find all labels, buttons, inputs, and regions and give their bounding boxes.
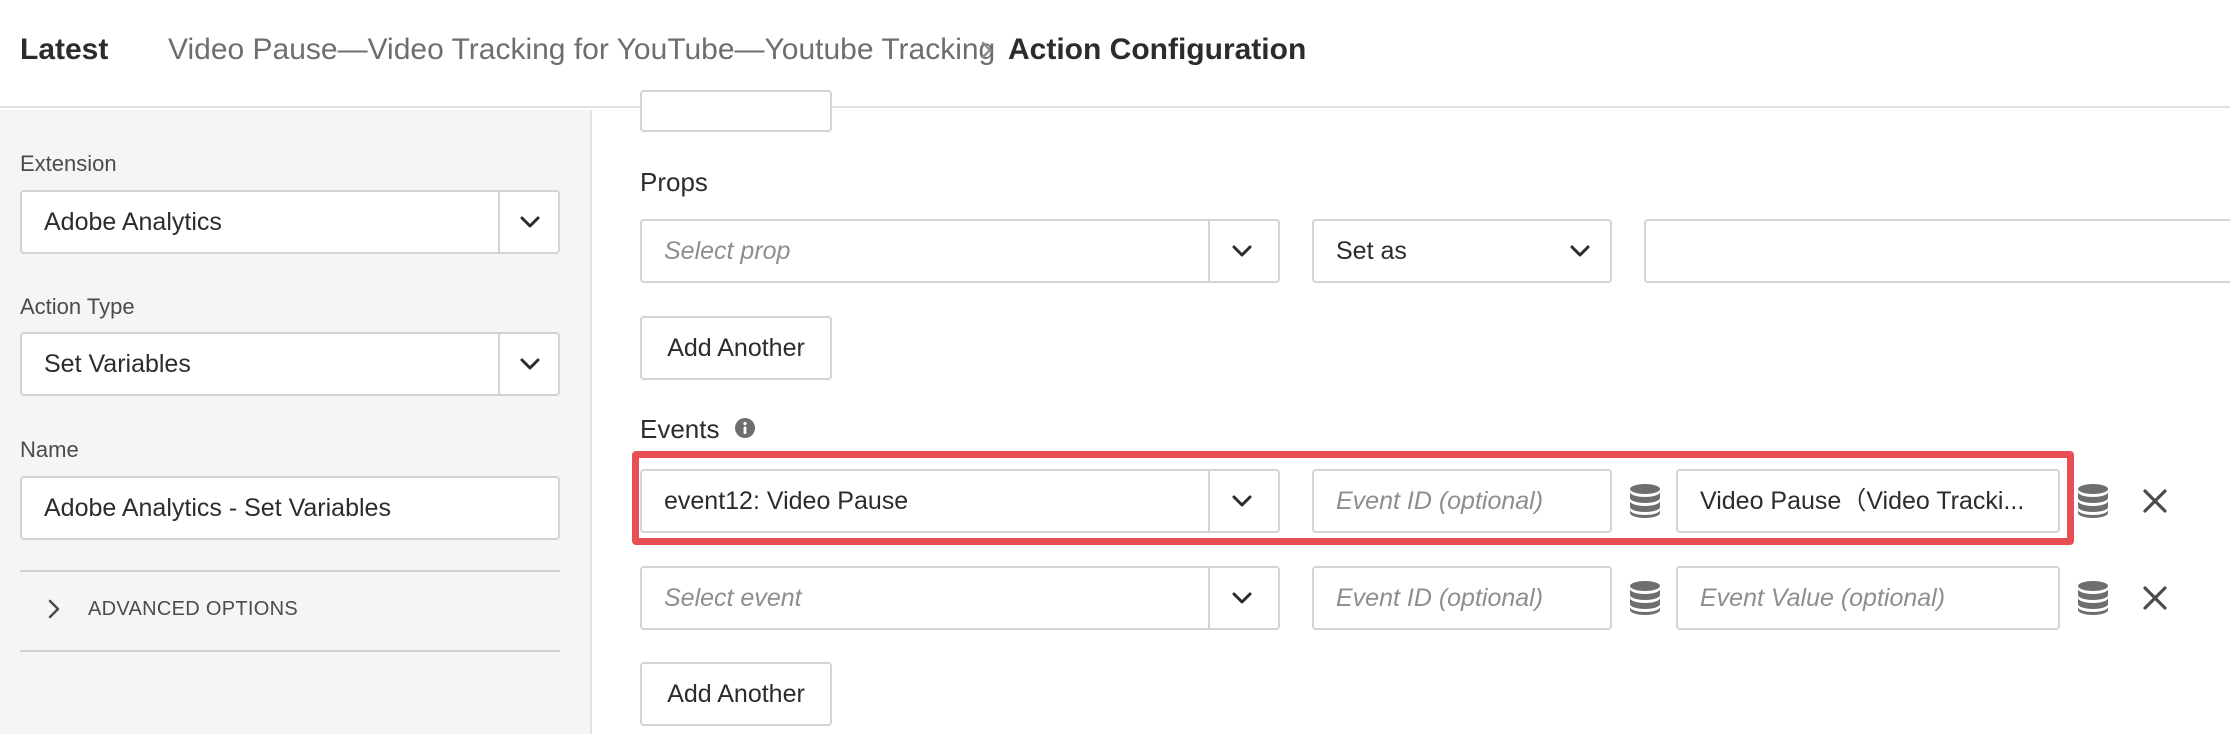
extension-label: Extension [20, 151, 117, 176]
close-icon[interactable] [2142, 488, 2168, 514]
chevron-down-icon[interactable] [1568, 244, 1592, 258]
divider [20, 570, 560, 572]
chevron-down-icon[interactable] [518, 357, 542, 371]
info-icon[interactable] [734, 417, 756, 439]
name-label: Name [20, 437, 79, 462]
breadcrumb-chevron-icon [981, 41, 992, 59]
data-element-icon[interactable] [2076, 483, 2110, 519]
select-divider [1208, 221, 1210, 281]
extension-value: Adobe Analytics [44, 208, 222, 236]
divider [20, 650, 560, 652]
data-element-icon[interactable] [2076, 580, 2110, 616]
highlight-box [632, 451, 2074, 545]
set-as-value: Set as [1336, 237, 1407, 265]
data-element-icon[interactable] [1628, 580, 1662, 616]
chevron-down-icon[interactable] [1230, 244, 1254, 258]
event-value-input[interactable]: Event Value (optional) [1676, 566, 2060, 630]
action-type-label: Action Type [20, 294, 135, 319]
extension-select[interactable]: Adobe Analytics [20, 190, 560, 254]
prop-select-placeholder: Select prop [664, 237, 791, 265]
event-value-placeholder: Event Value (optional) [1700, 584, 1946, 612]
event-select-placeholder: Select event [664, 584, 802, 612]
name-value: Adobe Analytics - Set Variables [44, 494, 391, 522]
version-label[interactable]: Latest [20, 30, 108, 70]
prop-select[interactable]: Select prop [640, 219, 1280, 283]
close-icon[interactable] [2142, 585, 2168, 611]
action-type-select[interactable]: Set Variables [20, 332, 560, 396]
page-title: Action Configuration [1008, 33, 1307, 66]
event-select[interactable]: Select event [640, 566, 1280, 630]
prop-value-input[interactable] [1644, 219, 2230, 283]
events-label: Events [640, 414, 720, 444]
breadcrumb-parent[interactable]: Video Pause—Video Tracking for YouTube—Y… [168, 30, 995, 70]
add-another-button-partial[interactable] [640, 90, 832, 132]
action-type-value: Set Variables [44, 350, 191, 378]
chevron-down-icon[interactable] [518, 215, 542, 229]
add-another-events-button[interactable]: Add Another [640, 662, 832, 726]
select-divider [498, 192, 500, 252]
add-another-props-button[interactable]: Add Another [640, 316, 832, 380]
main-content: Props Select prop Set as Add Another Eve… [594, 90, 2230, 734]
event-id-input[interactable]: Event ID (optional) [1312, 566, 1612, 630]
chevron-down-icon[interactable] [1230, 591, 1254, 605]
sidebar: Extension Adobe Analytics Action Type Se… [0, 110, 592, 734]
select-divider [1208, 568, 1210, 628]
name-input[interactable]: Adobe Analytics - Set Variables [20, 476, 560, 540]
chevron-right-icon [48, 599, 60, 619]
select-divider [498, 334, 500, 394]
props-label: Props [640, 167, 708, 197]
set-as-select[interactable]: Set as [1312, 219, 1612, 283]
advanced-options-label: ADVANCED OPTIONS [88, 598, 299, 620]
advanced-options-toggle[interactable]: ADVANCED OPTIONS [46, 595, 346, 623]
top-header: Latest Video Pause—Video Tracking for Yo… [0, 0, 2230, 108]
event-id-placeholder: Event ID (optional) [1336, 584, 1544, 612]
